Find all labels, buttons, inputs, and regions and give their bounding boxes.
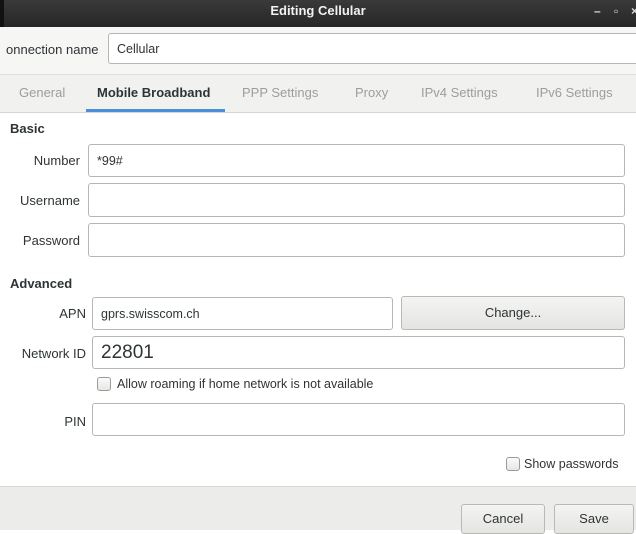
dialog-footer: Cancel Save [0,486,636,534]
save-button[interactable]: Save [554,504,634,534]
tab-bar: General Mobile Broadband PPP Settings Pr… [0,74,636,113]
pin-label: PIN [64,414,86,429]
tab-mobile-broadband[interactable]: Mobile Broadband [97,85,210,100]
window-titlebar: Editing Cellular – ▫ × [0,0,636,27]
network-id-input[interactable] [92,336,625,369]
active-tab-indicator [86,109,225,112]
tab-ipv6-settings[interactable]: IPv6 Settings [536,85,613,100]
tab-general[interactable]: General [19,85,65,100]
advanced-heading: Advanced [10,276,73,291]
connection-name-input[interactable] [108,33,636,64]
apn-label: APN [59,306,86,321]
pin-input[interactable] [92,403,625,436]
roaming-checkbox[interactable] [97,377,111,391]
username-label: Username [20,193,80,208]
show-passwords-checkbox[interactable] [506,457,520,471]
password-label: Password [22,233,80,248]
show-passwords-label[interactable]: Show passwords [524,457,619,471]
minimize-icon[interactable]: – [594,4,601,18]
maximize-icon[interactable]: ▫ [614,4,618,18]
apn-input[interactable] [92,297,393,330]
number-input[interactable] [88,144,625,177]
cancel-button[interactable]: Cancel [461,504,545,534]
change-apn-button[interactable]: Change... [401,296,625,330]
window-title: Editing Cellular [270,3,366,18]
connection-name-label: onnection name [6,42,99,57]
password-input[interactable] [88,223,625,257]
basic-heading: Basic [10,121,45,136]
network-id-label: Network ID [21,346,86,361]
tab-ppp-settings[interactable]: PPP Settings [242,85,318,100]
tab-ipv4-settings[interactable]: IPv4 Settings [421,85,498,100]
tab-proxy[interactable]: Proxy [355,85,388,100]
username-input[interactable] [88,183,625,217]
close-icon[interactable]: × [631,4,636,18]
roaming-label[interactable]: Allow roaming if home network is not ava… [117,377,373,391]
number-label: Number [33,153,80,168]
